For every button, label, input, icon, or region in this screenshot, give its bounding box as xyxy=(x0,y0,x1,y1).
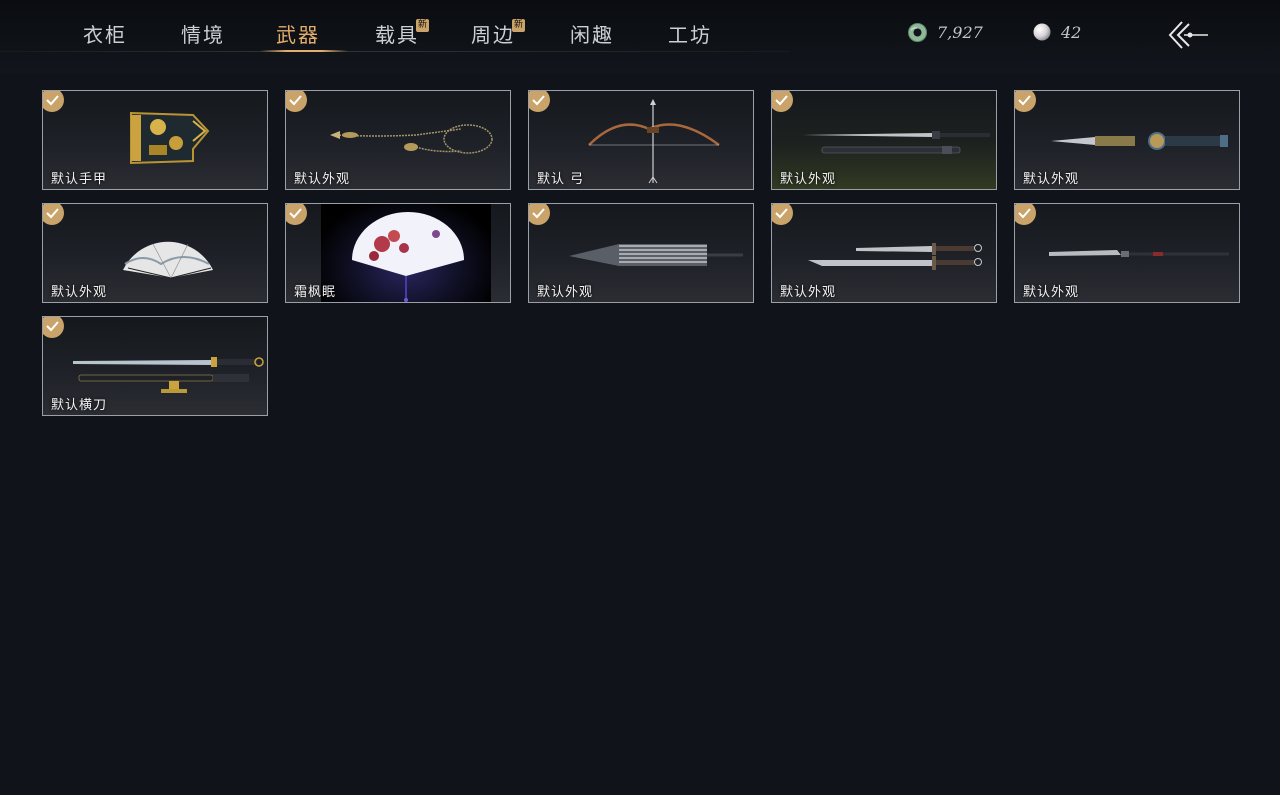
weapon-name: 默认外观 xyxy=(780,285,837,300)
equipped-check-icon xyxy=(1015,91,1036,112)
tab-vehicles[interactable]: 载具 新 xyxy=(375,19,429,51)
tab-label: 情境 xyxy=(181,23,225,47)
nav-divider xyxy=(0,51,790,52)
tab-workshop[interactable]: 工坊 xyxy=(668,19,712,51)
equipped-check-icon xyxy=(772,204,793,225)
weapon-name: 霜枫眠 xyxy=(294,285,337,300)
weapon-card-spear[interactable]: 默认外观 xyxy=(1014,203,1240,303)
pearl-currency[interactable]: 42 xyxy=(1032,21,1081,43)
tab-label: 载具 xyxy=(375,23,419,47)
back-button[interactable] xyxy=(1166,18,1210,52)
weapon-card-double-sword[interactable]: 默认外观 xyxy=(771,90,997,190)
weapon-card-bow[interactable]: 默认 弓 xyxy=(528,90,754,190)
weapon-card-fan[interactable]: 默认外观 xyxy=(42,203,268,303)
weapon-name: 默认外观 xyxy=(51,285,108,300)
weapon-name: 默认外观 xyxy=(1023,285,1080,300)
weapon-name: 默认外观 xyxy=(294,172,351,187)
tab-label: 工坊 xyxy=(668,23,712,47)
tab-wardrobe[interactable]: 衣柜 xyxy=(83,19,127,51)
active-tab-indicator xyxy=(260,50,348,52)
pearl-icon xyxy=(1033,23,1051,41)
tab-accessories[interactable]: 周边 新 xyxy=(471,19,525,51)
weapon-card-umbrella[interactable]: 默认外观 xyxy=(528,203,754,303)
weapon-name: 默认手甲 xyxy=(51,172,108,187)
tab-label: 衣柜 xyxy=(83,23,127,47)
weapon-card-hengdao[interactable]: 默认横刀 xyxy=(42,316,268,416)
equipped-check-icon xyxy=(286,204,307,225)
weapon-name: 默认 弓 xyxy=(537,172,585,187)
new-badge: 新 xyxy=(416,19,429,32)
equipped-check-icon xyxy=(529,91,550,112)
weapon-name: 默认横刀 xyxy=(51,398,108,413)
weapon-name: 默认外观 xyxy=(780,172,837,187)
equipped-check-icon xyxy=(529,204,550,225)
equipped-check-icon xyxy=(43,317,64,338)
new-badge: 新 xyxy=(512,19,525,32)
weapon-name: 默认外观 xyxy=(1023,172,1080,187)
tab-label: 武器 xyxy=(276,23,320,47)
weapon-card-blade-staff[interactable]: 默认外观 xyxy=(1014,90,1240,190)
tab-scene[interactable]: 情境 xyxy=(181,19,225,51)
weapon-card-gauntlet[interactable]: 默认手甲 xyxy=(42,90,268,190)
weapon-card-rope-dart[interactable]: 默认外观 xyxy=(285,90,511,190)
weapon-name: 默认外观 xyxy=(537,285,594,300)
equipped-check-icon xyxy=(772,91,793,112)
equipped-check-icon xyxy=(1015,204,1036,225)
equipped-check-icon xyxy=(286,91,307,112)
jade-coin-icon xyxy=(908,22,927,42)
tab-label: 周边 xyxy=(471,23,515,47)
weapon-card-twin-blades[interactable]: 默认外观 xyxy=(771,203,997,303)
equipped-check-icon xyxy=(43,91,64,112)
equipped-check-icon xyxy=(43,204,64,225)
tab-leisure[interactable]: 闲趣 xyxy=(570,19,614,51)
pearl-amount: 42 xyxy=(1061,22,1082,42)
jade-currency[interactable]: 7,927 xyxy=(907,21,983,43)
top-navigation-bar: 衣柜 情境 武器 载具 新 周边 新 闲趣 工坊 7,927 42 xyxy=(0,0,1280,74)
tab-label: 闲趣 xyxy=(570,23,614,47)
tab-weapons[interactable]: 武器 xyxy=(260,19,348,52)
jade-amount: 7,927 xyxy=(937,22,983,42)
weapon-card-maple-fan[interactable]: 霜枫眠 xyxy=(285,203,511,303)
back-arrow-icon xyxy=(1168,21,1208,49)
